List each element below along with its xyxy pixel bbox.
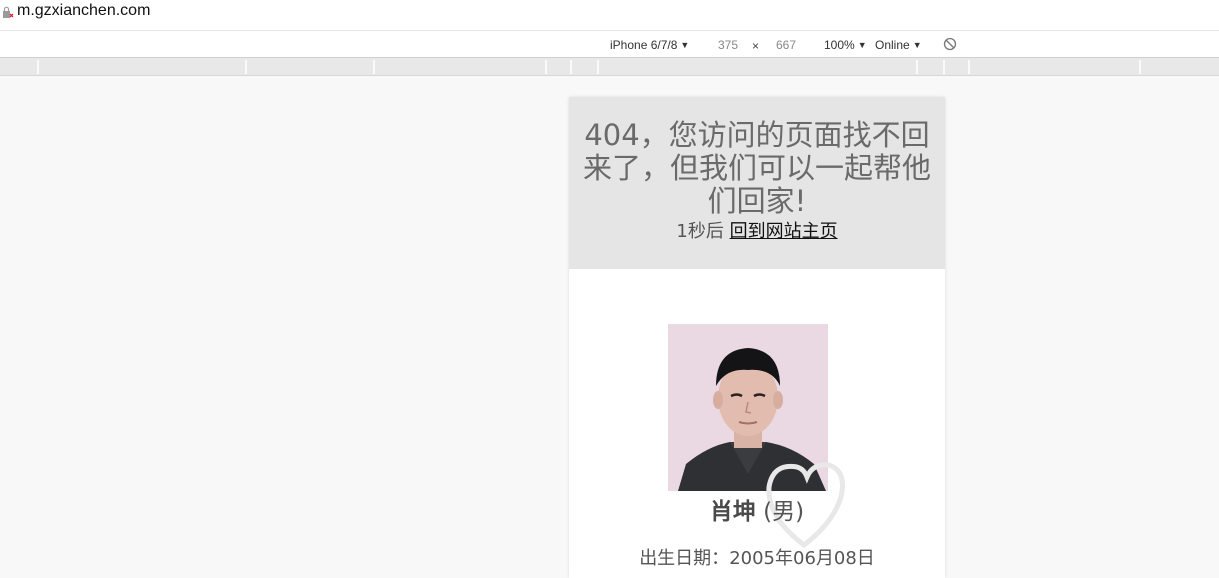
- ruler-divider: [968, 60, 970, 74]
- height-input[interactable]: 667: [776, 38, 796, 52]
- chevron-down-icon: ▼: [857, 40, 867, 50]
- dimension-separator: ×: [752, 39, 760, 53]
- zoom-label: 100%: [824, 38, 855, 52]
- ruler-divider: [597, 60, 599, 74]
- chevron-down-icon: ▼: [912, 40, 922, 50]
- insecure-lock-icon[interactable]: [2, 6, 14, 20]
- network-label: Online: [875, 38, 910, 52]
- countdown-text: 1秒后: [676, 221, 724, 242]
- network-select[interactable]: Online ▼: [875, 38, 922, 52]
- media-query-ruler[interactable]: [0, 58, 1219, 76]
- zoom-select[interactable]: 100% ▼: [824, 38, 867, 52]
- ruler-divider: [545, 60, 547, 74]
- width-input[interactable]: 375: [718, 38, 738, 52]
- ruler-divider: [37, 60, 39, 74]
- error-banner: 404，您访问的页面找不回来了，但我们可以一起帮他们回家! 1秒后 回到网站主页: [569, 97, 945, 269]
- person-gender: (男): [763, 499, 805, 525]
- ruler-divider: [373, 60, 375, 74]
- url-text[interactable]: m.gzxianchen.com: [17, 2, 150, 20]
- person-name-line: 肖坤 (男): [569, 497, 945, 527]
- address-bar[interactable]: m.gzxianchen.com: [0, 0, 1219, 30]
- device-select[interactable]: iPhone 6/7/8 ▼: [610, 38, 689, 52]
- ruler-divider: [1139, 60, 1141, 74]
- ruler-divider: [245, 60, 247, 74]
- ruler-divider: [943, 60, 945, 74]
- device-viewport: 404，您访问的页面找不回来了，但我们可以一起帮他们回家! 1秒后 回到网站主页…: [569, 97, 945, 578]
- device-label: iPhone 6/7/8: [610, 38, 678, 52]
- ruler-divider: [916, 60, 918, 74]
- ruler-divider: [570, 60, 572, 74]
- redirect-countdown: 1秒后 回到网站主页: [569, 221, 945, 243]
- home-link[interactable]: 回到网站主页: [730, 221, 838, 242]
- device-toolbar: iPhone 6/7/8 ▼ 375 × 667 100% ▼ Online ▼: [0, 30, 1219, 58]
- chevron-down-icon: ▼: [680, 40, 690, 50]
- birth-date-line: 出生日期：2005年06月08日: [569, 548, 945, 570]
- birth-date: 2005年06月08日: [729, 548, 875, 569]
- birth-label: 出生日期：: [639, 548, 730, 569]
- person-name: 肖坤: [709, 499, 756, 525]
- page-title: 404，您访问的页面找不回来了，但我们可以一起帮他们回家!: [583, 118, 932, 218]
- rotate-icon[interactable]: [943, 37, 957, 51]
